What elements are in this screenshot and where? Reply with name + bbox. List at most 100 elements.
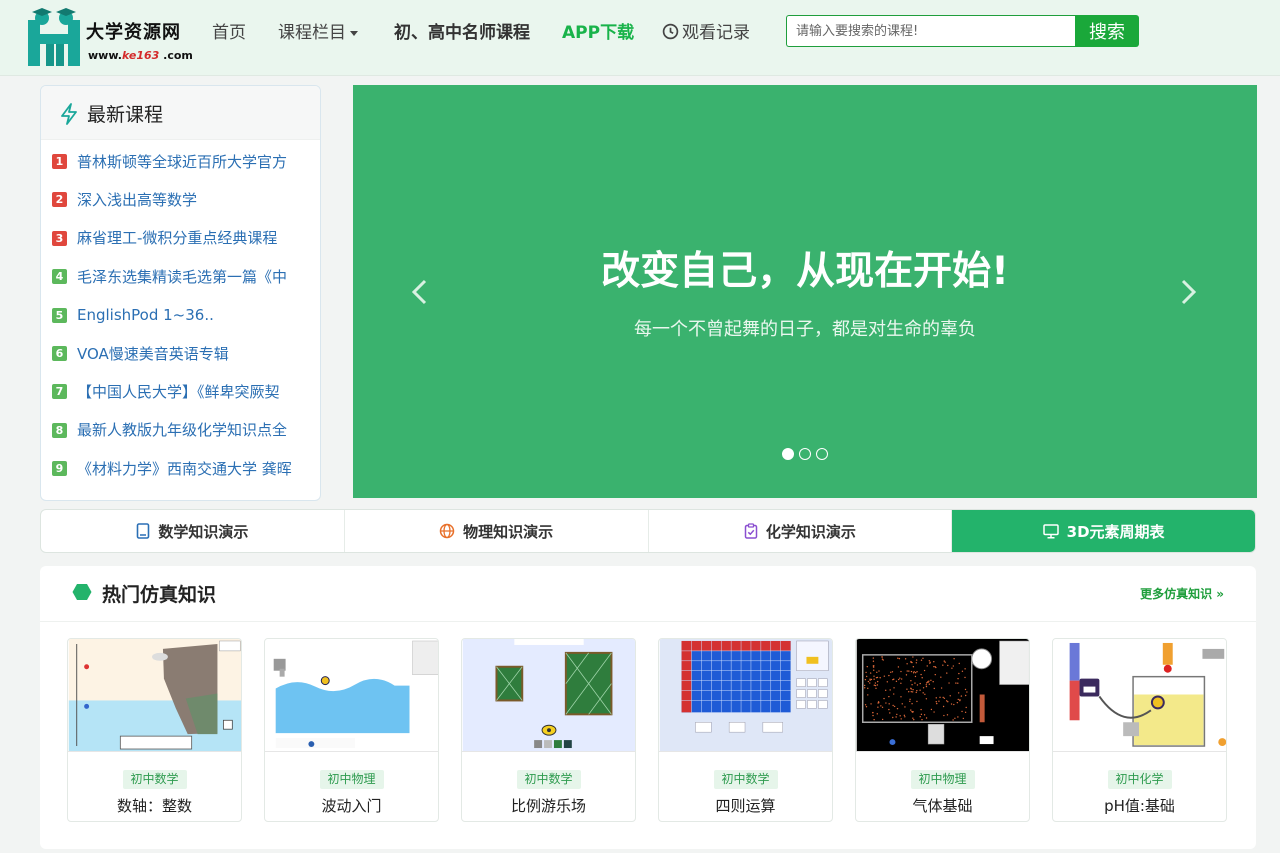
subject-tag: 初中数学	[122, 770, 187, 789]
latest-course-item[interactable]: 1 普林斯顿等全球近百所大学官方	[41, 142, 320, 180]
rank-badge: 8	[52, 422, 67, 438]
clipboard-check-icon	[744, 523, 758, 539]
latest-course-link: 最新人教版九年级化学知识点全	[77, 421, 288, 440]
logo-url-prefix: www.	[88, 49, 122, 62]
rank-badge: 1	[52, 154, 67, 169]
monitor-icon	[1042, 523, 1059, 539]
latest-course-link: EnglishPod 1~36..	[77, 305, 214, 324]
hexagon-icon	[72, 584, 92, 600]
hero-title: 改变自己，从现在开始!	[601, 249, 1009, 294]
nav-watch-history-label: 观看记录	[682, 23, 750, 43]
latest-course-link: 普林斯顿等全球近百所大学官方	[77, 152, 288, 171]
rank-badge: 9	[52, 461, 67, 477]
logo-url: www.ke163 .com	[88, 49, 193, 62]
latest-courses-title: 最新课程	[87, 104, 164, 126]
latest-course-link: 《材料力学》西南交通大学 龚晖	[77, 459, 292, 478]
hot-simulations-title: 热门仿真知识	[102, 584, 217, 606]
simulation-thumbnail	[68, 639, 241, 752]
tab-math-demo-label: 数学知识演示	[158, 522, 249, 541]
site-logo[interactable]: 大学资源网 www.ke163 .com	[24, 6, 209, 70]
latest-course-link: 【中国人民大学】《鲜卑突厥契	[77, 383, 280, 402]
latest-course-item[interactable]: 9 《材料力学》西南交通大学 龚晖	[41, 449, 320, 487]
latest-courses-panel: 最新课程 1 普林斯顿等全球近百所大学官方 2 深入浅出高等数学 3 麻省理工-微积分…	[40, 85, 321, 501]
rank-badge: 7	[52, 384, 67, 400]
carousel-prev-icon[interactable]	[411, 279, 427, 305]
simulation-card[interactable]: 初中物理 气体基础	[855, 638, 1030, 822]
simulation-card[interactable]: 初中化学 pH值:基础	[1052, 638, 1227, 822]
nav-course-columns-label: 课程栏目	[278, 23, 346, 43]
logo-title: 大学资源网	[86, 22, 181, 43]
carousel-dot[interactable]	[799, 448, 811, 460]
latest-courses-header: 最新课程	[41, 86, 320, 140]
search-input[interactable]	[786, 15, 1076, 47]
logo-graduates-icon	[28, 8, 80, 66]
latest-course-link: 麻省理工-微积分重点经典课程	[77, 229, 278, 248]
rank-badge: 5	[52, 307, 67, 323]
tab-periodic-table-label: 3D元素周期表	[1066, 522, 1165, 541]
carousel-dot[interactable]	[782, 448, 794, 460]
search-button[interactable]: 搜索	[1075, 15, 1139, 47]
nav-home[interactable]: 首页	[212, 22, 246, 44]
simulation-card[interactable]: 初中物理 波动入门	[264, 638, 439, 822]
rank-badge: 6	[52, 345, 67, 361]
carousel-next-icon[interactable]	[1181, 279, 1197, 305]
carousel-dot[interactable]	[816, 448, 828, 460]
latest-course-item[interactable]: 2 深入浅出高等数学	[41, 180, 320, 218]
hero-subtitle: 每一个不曾起舞的日子，都是对生命的辜负	[634, 319, 976, 340]
rank-badge: 4	[52, 269, 67, 285]
rank-badge: 2	[52, 192, 67, 208]
tab-math-demo[interactable]: 数学知识演示	[41, 510, 345, 552]
simulation-thumbnail	[659, 639, 832, 752]
more-simulations-link[interactable]: 更多仿真知识 »	[1140, 585, 1224, 602]
nav-course-columns[interactable]: 课程栏目	[278, 22, 358, 44]
simulation-name: 比例游乐场	[510, 797, 586, 815]
site-header: 大学资源网 www.ke163 .com 首页 课程栏目 初、高中名师课程 AP…	[0, 0, 1280, 76]
latest-course-link: 毛泽东选集精读毛选第一篇《中	[77, 267, 288, 286]
simulation-cards: 初中数学 数轴：整数 初中物理 波动入门 初中数学 比例游乐场 初中数学 四则运…	[67, 638, 1227, 822]
carousel-indicators	[782, 448, 828, 460]
latest-course-item[interactable]: 6 VOA慢速美音英语专辑	[41, 334, 320, 372]
simulation-card[interactable]: 初中数学 比例游乐场	[461, 638, 636, 822]
simulation-name: 波动入门	[321, 797, 382, 815]
logo-url-brand: ke163	[121, 49, 160, 62]
nav-teacher-courses[interactable]: 初、高中名师课程	[394, 22, 530, 44]
simulation-name: pH值:基础	[1104, 797, 1175, 815]
demo-tabs: 数学知识演示 物理知识演示 化学知识演示 3D元素周期表	[40, 509, 1256, 553]
latest-course-link: 深入浅出高等数学	[77, 191, 198, 210]
simulation-card[interactable]: 初中数学 数轴：整数	[67, 638, 242, 822]
hot-simulations-section: 热门仿真知识 更多仿真知识 » 初中数学 数轴：整数 初中物理 波动入门 初中数…	[40, 566, 1256, 849]
subject-tag: 初中化学	[1107, 770, 1172, 789]
simulation-name: 气体基础	[912, 797, 973, 815]
simulation-thumbnail	[856, 639, 1029, 752]
latest-course-item[interactable]: 4 毛泽东选集精读毛选第一篇《中	[41, 257, 320, 295]
nav-app-download[interactable]: APP下载	[562, 22, 634, 44]
tab-physics-demo-label: 物理知识演示	[463, 522, 554, 541]
simulation-thumbnail	[265, 639, 438, 752]
subject-tag: 初中数学	[516, 770, 581, 789]
latest-course-item[interactable]: 7 【中国人民大学】《鲜卑突厥契	[41, 372, 320, 410]
latest-courses-list: 1 普林斯顿等全球近百所大学官方 2 深入浅出高等数学 3 麻省理工-微积分重点经典课…	[41, 140, 320, 488]
globe-icon	[439, 523, 455, 539]
tab-physics-demo[interactable]: 物理知识演示	[345, 510, 649, 552]
nav-watch-history[interactable]: 观看记录	[662, 22, 750, 44]
subject-tag: 初中数学	[713, 770, 778, 789]
simulation-name: 四则运算	[715, 797, 776, 815]
latest-course-item[interactable]: 5 EnglishPod 1~36..	[41, 296, 320, 334]
latest-course-link: VOA慢速美音英语专辑	[77, 344, 229, 363]
subject-tag: 初中物理	[319, 770, 384, 789]
tab-chemistry-demo-label: 化学知识演示	[765, 522, 856, 541]
tab-chemistry-demo[interactable]: 化学知识演示	[649, 510, 953, 552]
lightning-icon	[61, 103, 77, 125]
simulation-name: 数轴：整数	[116, 797, 192, 815]
tablet-icon	[137, 523, 150, 539]
simulation-card[interactable]: 初中数学 四则运算	[658, 638, 833, 822]
simulation-thumbnail	[1053, 639, 1226, 752]
caret-down-icon	[350, 30, 358, 36]
hot-simulations-header: 热门仿真知识 更多仿真知识 »	[40, 566, 1256, 622]
tab-periodic-table[interactable]: 3D元素周期表	[952, 510, 1255, 552]
subject-tag: 初中物理	[910, 770, 975, 789]
latest-course-item[interactable]: 3 麻省理工-微积分重点经典课程	[41, 219, 320, 257]
clock-icon	[662, 23, 679, 40]
latest-course-item[interactable]: 8 最新人教版九年级化学知识点全	[41, 411, 320, 449]
logo-url-suffix: .com	[159, 49, 193, 62]
